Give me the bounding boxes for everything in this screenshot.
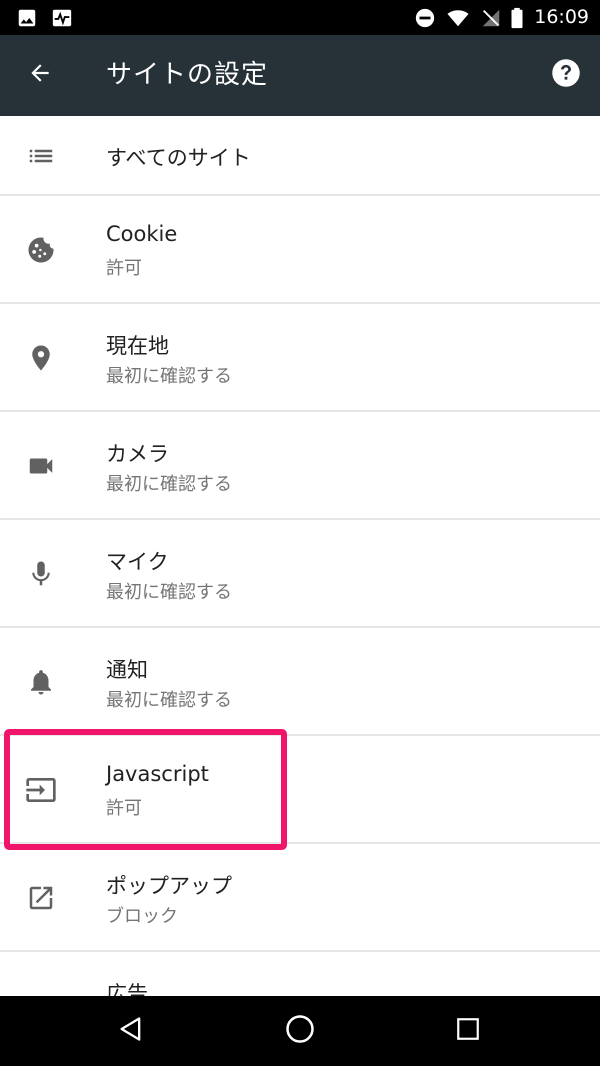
list-item-title: Cookie	[106, 222, 178, 246]
list-item-subtitle: 許可	[106, 798, 142, 819]
camera-icon	[22, 447, 60, 485]
ads-icon	[22, 987, 60, 996]
cookie-icon	[22, 231, 60, 269]
list-item-subtitle: 許可	[106, 258, 142, 279]
wifi-icon	[446, 0, 470, 35]
list-item-javascript[interactable]: Javascript 許可	[0, 736, 600, 844]
page-title: サイトの設定	[106, 60, 269, 90]
recents-square-icon	[455, 1016, 481, 1046]
list-item-subtitle: 最初に確認する	[106, 474, 232, 495]
list-item-title: 現在地	[106, 334, 169, 358]
navigation-bar	[0, 996, 600, 1066]
list-item-title: 広告	[106, 982, 148, 996]
back-button[interactable]	[16, 51, 64, 99]
list-item-microphone[interactable]: マイク 最初に確認する	[0, 520, 600, 628]
do-not-disturb-icon	[414, 0, 436, 35]
site-settings-list: すべてのサイト Cookie 許可 現在地 最初に確認する カメラ 最初に確認す…	[0, 116, 600, 996]
list-item-ads[interactable]: 広告	[0, 952, 600, 996]
list-item-title: ポップアップ	[106, 874, 232, 898]
help-button[interactable]	[546, 55, 586, 95]
nav-home-button[interactable]	[260, 996, 340, 1066]
open-external-icon	[22, 879, 60, 917]
help-icon	[551, 58, 581, 92]
list-item-subtitle: 最初に確認する	[106, 582, 232, 603]
arrow-back-icon	[27, 60, 53, 90]
list-item-camera[interactable]: カメラ 最初に確認する	[0, 412, 600, 520]
list-item-title: Javascript	[106, 762, 209, 786]
list-item-location[interactable]: 現在地 最初に確認する	[0, 304, 600, 412]
list-item-title: カメラ	[106, 442, 169, 466]
list-item-title: 通知	[106, 658, 148, 682]
bell-icon	[22, 663, 60, 701]
status-bar: 16:09	[0, 0, 600, 35]
list-item-notifications[interactable]: 通知 最初に確認する	[0, 628, 600, 736]
battery-icon	[510, 0, 524, 35]
image-icon	[16, 0, 38, 35]
list-item-popups[interactable]: ポップアップ ブロック	[0, 844, 600, 952]
no-sim-icon	[480, 0, 502, 35]
list-item-title: マイク	[106, 550, 169, 574]
location-pin-icon	[22, 339, 60, 377]
activity-icon	[50, 0, 74, 35]
back-triangle-icon	[117, 1015, 145, 1047]
status-time: 16:09	[534, 6, 589, 28]
microphone-icon	[22, 555, 60, 593]
list-item-cookie[interactable]: Cookie 許可	[0, 196, 600, 304]
nav-recents-button[interactable]	[428, 996, 508, 1066]
list-item-title: すべてのサイト	[106, 146, 251, 170]
input-arrow-icon	[22, 771, 60, 809]
list-item-subtitle: 最初に確認する	[106, 366, 232, 387]
toolbar: サイトの設定	[0, 35, 600, 116]
list-item-subtitle: ブロック	[106, 906, 178, 927]
nav-back-button[interactable]	[91, 996, 171, 1066]
list-item-subtitle: 最初に確認する	[106, 690, 232, 711]
list-item-all-sites[interactable]: すべてのサイト	[0, 116, 600, 196]
list-icon	[22, 137, 60, 175]
home-circle-icon	[285, 1014, 315, 1048]
